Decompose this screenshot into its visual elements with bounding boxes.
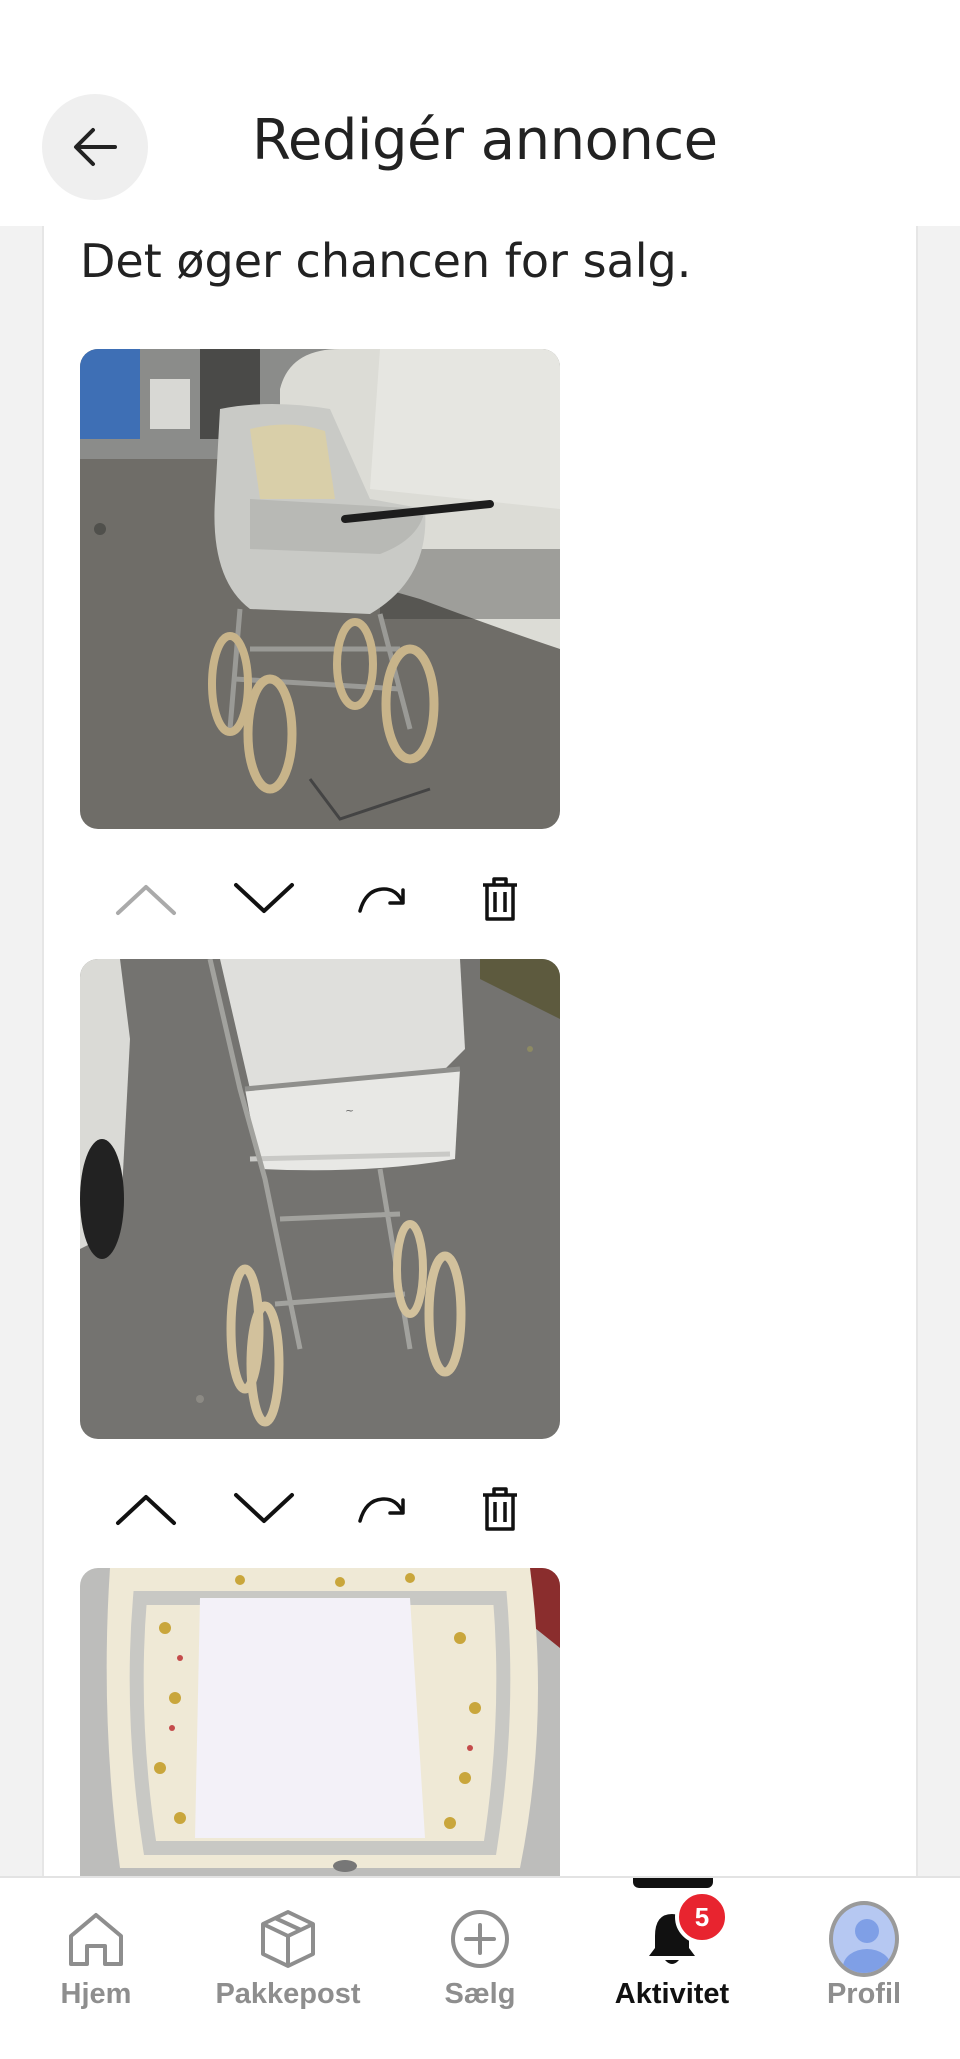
plus-circle-icon [451, 1910, 509, 1968]
rotate-icon [358, 887, 405, 913]
rotate-button[interactable] [342, 1469, 422, 1549]
bassinet-photo-image [80, 1568, 560, 1876]
nav-item-profil[interactable]: Profil [768, 1878, 960, 2018]
photo-editor-panel[interactable]: Det øger chancen for salg. ~ [44, 226, 916, 1876]
delete-button[interactable] [460, 1469, 540, 1549]
trash-icon [483, 1487, 517, 1531]
listing-photo-2[interactable]: ~ [80, 959, 560, 1439]
bottom-navigation: Hjem Pakkepost Sælg 5 Aktivitet Profil [0, 1876, 960, 2059]
back-button[interactable] [42, 94, 148, 200]
pram-photo-image: ~ [80, 959, 560, 1439]
move-down-button[interactable] [224, 1469, 304, 1549]
rotate-button[interactable] [342, 859, 422, 939]
avatar-icon [829, 1901, 899, 1977]
move-up-button[interactable] [106, 1469, 186, 1549]
photo-hint-text: Det øger chancen for salg. [80, 234, 692, 288]
nav-label: Aktivitet [614, 1978, 730, 2010]
avatar-placeholder-icon [843, 1919, 891, 1973]
chevron-up-icon [116, 1495, 176, 1525]
side-gutter-left [0, 226, 44, 1876]
chevron-down-icon [234, 1493, 294, 1523]
nav-label: Profil [826, 1978, 902, 2010]
nav-item-saelg[interactable]: Sælg [384, 1878, 576, 2018]
chevron-down-icon [234, 883, 294, 913]
listing-photo-1[interactable] [80, 349, 560, 829]
listing-photo-3[interactable] [80, 1568, 560, 1876]
trash-icon [483, 877, 517, 921]
move-up-button[interactable] [106, 859, 186, 939]
move-down-button[interactable] [224, 859, 304, 939]
nav-item-aktivitet[interactable]: 5 Aktivitet [576, 1878, 768, 2018]
photo-1-controls [80, 859, 560, 939]
notification-badge: 5 [675, 1890, 729, 1944]
package-icon [261, 1910, 315, 1968]
nav-item-hjem[interactable]: Hjem [0, 1878, 192, 2018]
nav-label: Hjem [60, 1978, 132, 2010]
arrow-left-icon [74, 128, 117, 166]
svg-text:~: ~ [345, 1104, 354, 1117]
nav-label: Pakkepost [215, 1978, 361, 2010]
home-icon [69, 1913, 123, 1966]
nav-item-pakkepost[interactable]: Pakkepost [192, 1878, 384, 2018]
delete-button[interactable] [460, 859, 540, 939]
app-header: Redigér annonce [0, 0, 960, 226]
nav-label: Sælg [444, 1978, 516, 2010]
side-gutter-right [916, 226, 960, 1876]
page-title: Redigér annonce [252, 108, 718, 173]
chevron-up-icon [116, 885, 176, 915]
pram-photo-image [80, 349, 560, 829]
photo-2-controls [80, 1469, 560, 1549]
rotate-icon [358, 1497, 405, 1523]
